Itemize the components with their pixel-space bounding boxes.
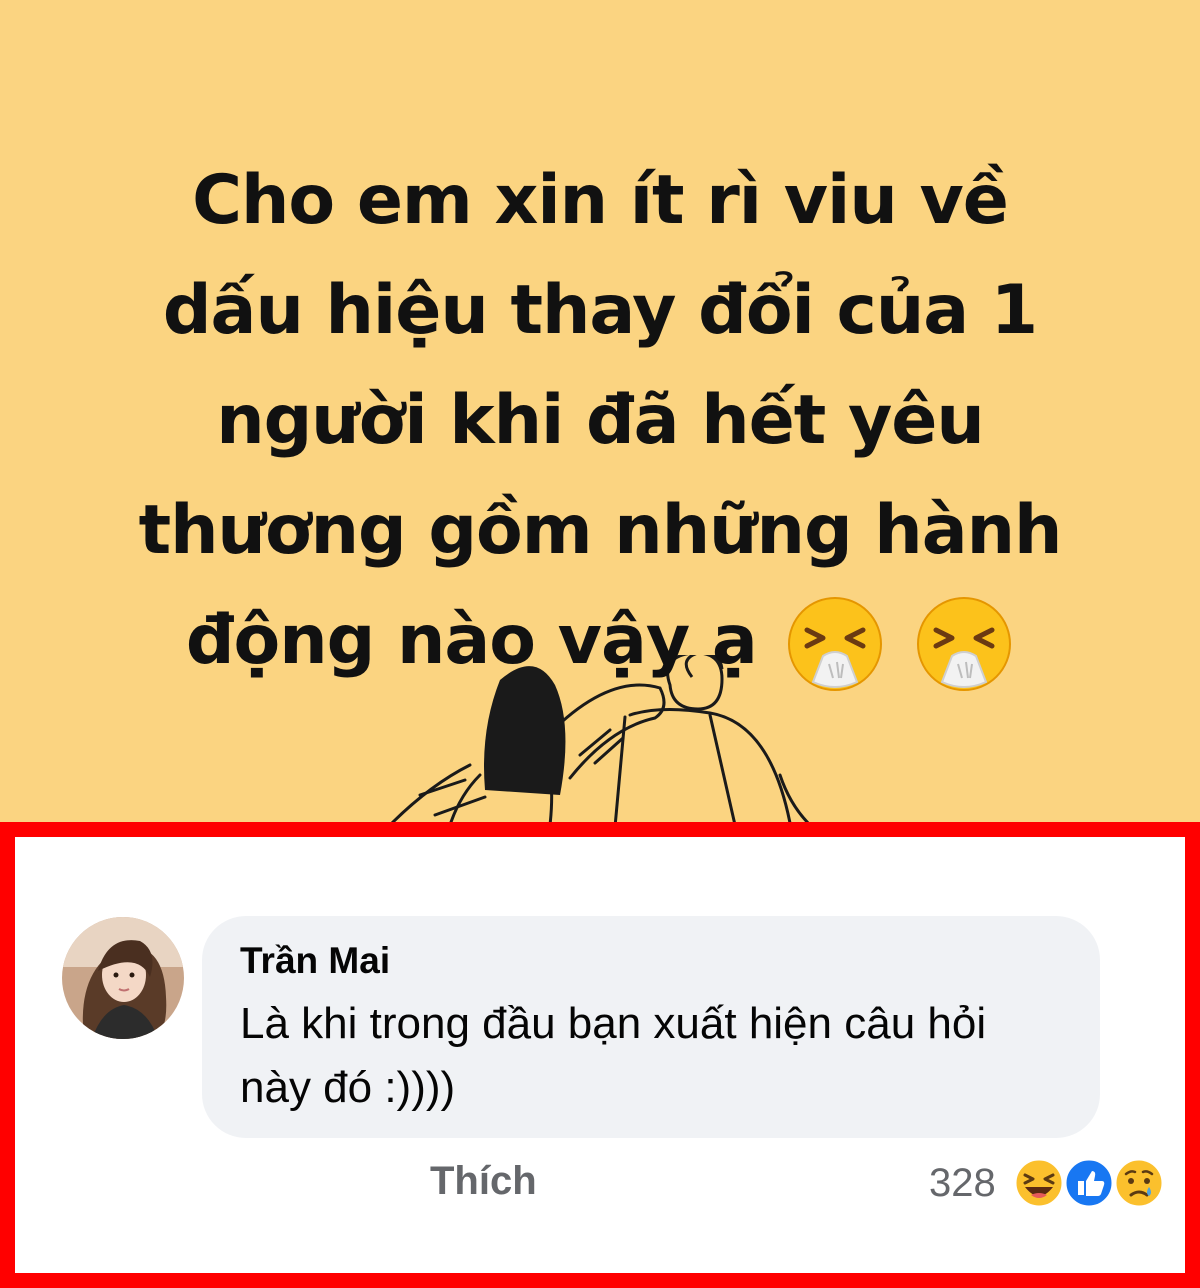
reaction-summary[interactable] [1013, 1157, 1168, 1211]
post-caption-line: thương gồm những hành [138, 491, 1063, 570]
sad-icon [1113, 1157, 1165, 1209]
comment-bubble: Trần Mai Là khi trong đầu bạn xuất hiện … [202, 916, 1100, 1138]
commenter-name[interactable]: Trần Mai [240, 938, 1062, 984]
post-caption-last-line: động nào vậy ạ [40, 586, 1160, 696]
haha-icon [1013, 1157, 1065, 1209]
comment-highlight-frame: Trần Mai Là khi trong đầu bạn xuất hiện … [0, 822, 1200, 1288]
post-caption: Cho em xin ít rì viu về dấu hiệu thay đổ… [40, 146, 1160, 696]
post-caption-line: người khi đã hết yêu [216, 381, 985, 460]
avatar-photo-icon [62, 917, 184, 1039]
sneezing-face-icon [917, 597, 1012, 692]
avatar[interactable] [62, 917, 184, 1039]
comment-text: Là khi trong đầu bạn xuất hiện câu hỏi n… [240, 999, 987, 1112]
post-image[interactable]: Cho em xin ít rì viu về dấu hiệu thay đổ… [0, 0, 1200, 822]
post-caption-line: động nào vậy ạ [185, 601, 758, 680]
reaction-count[interactable]: 328 [929, 1161, 996, 1206]
like-icon [1063, 1157, 1115, 1209]
post-caption-line: dấu hiệu thay đổi của 1 [162, 271, 1038, 350]
like-button[interactable]: Thích [430, 1159, 537, 1204]
post-caption-line: Cho em xin ít rì viu về [192, 161, 1009, 240]
sneezing-face-icon [788, 597, 883, 692]
